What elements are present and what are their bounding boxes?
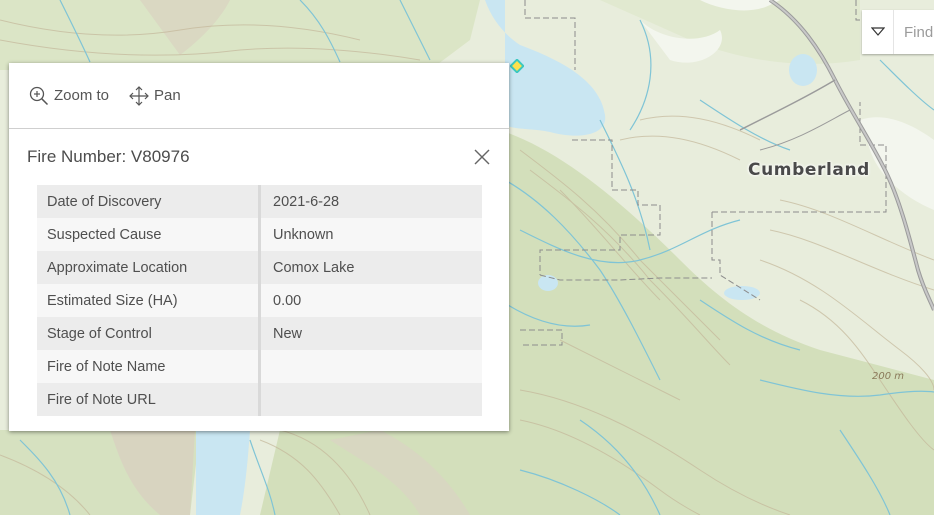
map-label-elevation: 200 m [872,371,905,382]
attribute-value: Comox Lake [259,251,482,284]
attribute-value [259,383,482,416]
close-icon[interactable] [473,148,491,166]
attribute-table: Date of Discovery 2021-6-28 Suspected Ca… [37,185,482,416]
attribute-key: Date of Discovery [37,185,261,218]
popup-title: Fire Number: V80976 [27,147,190,166]
search-input[interactable] [894,12,934,52]
attribute-value: New [259,317,482,350]
popup-header: Fire Number: V80976 [9,129,509,185]
table-row: Date of Discovery 2021-6-28 [37,185,482,218]
chevron-down-icon [870,27,885,36]
map-label-city: Cumberland [748,160,870,180]
move-icon [129,85,149,106]
table-row: Suspected Cause Unknown [37,218,482,251]
table-row: Fire of Note Name [37,350,482,383]
attribute-key: Approximate Location [37,251,261,284]
table-row: Estimated Size (HA) 0.00 [37,284,482,317]
table-row: Approximate Location Comox Lake [37,251,482,284]
search-widget [862,10,934,54]
zoom-to-label: Zoom to [54,87,110,104]
attribute-key: Fire of Note URL [37,383,261,416]
search-source-toggle[interactable] [862,10,894,54]
attribute-key: Estimated Size (HA) [37,284,261,317]
attribute-key: Suspected Cause [37,218,261,251]
table-row: Stage of Control New [37,317,482,350]
attribute-key: Stage of Control [37,317,261,350]
popup-actions-bar: Zoom to Pan [9,63,509,129]
zoom-in-icon [29,86,49,105]
pan-button[interactable]: Pan [129,85,181,106]
attribute-value: Unknown [259,218,482,251]
attribute-value [259,350,482,383]
table-row: Fire of Note URL [37,383,482,416]
feature-popup: Zoom to Pan Fire Number: V80976 Date of … [9,63,509,431]
fire-location-marker[interactable] [510,59,524,73]
zoom-to-button[interactable]: Zoom to [29,86,109,106]
attribute-value: 0.00 [259,284,482,317]
attribute-key: Fire of Note Name [37,350,261,383]
pan-label: Pan [154,87,181,104]
attribute-value: 2021-6-28 [259,185,482,218]
